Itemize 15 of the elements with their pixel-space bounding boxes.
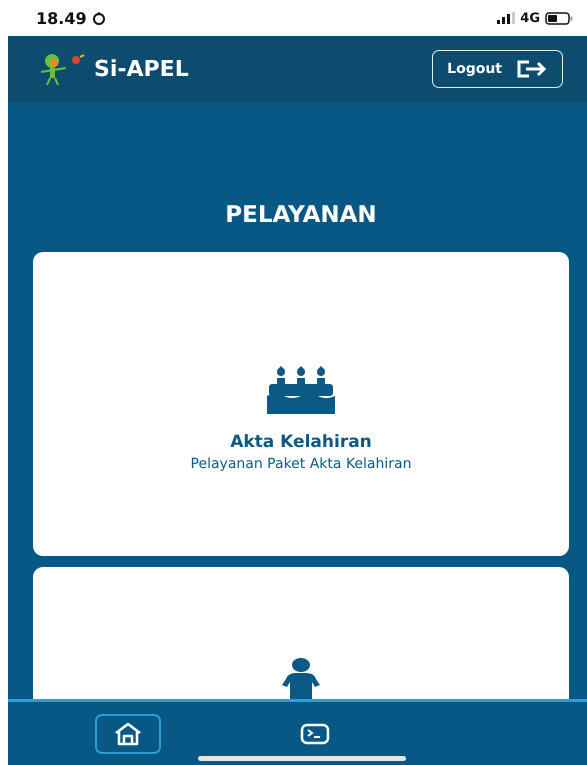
logout-icon bbox=[516, 59, 548, 79]
mascot-logo bbox=[38, 52, 86, 86]
nav-tab[interactable] bbox=[95, 714, 161, 754]
service-subtitle: Pelayanan Paket Akta Kelahiran bbox=[190, 456, 412, 472]
service-card[interactable]: Akta Kelahiran Pelayanan Paket Akta Kelahiran bbox=[33, 252, 569, 556]
network-label: 4G bbox=[520, 10, 540, 26]
home-icon bbox=[113, 720, 143, 746]
battery-icon bbox=[545, 12, 573, 24]
cake-icon bbox=[267, 366, 335, 414]
app-title: Si-APEL bbox=[94, 56, 189, 82]
logout-button[interactable]: Logout bbox=[432, 50, 563, 88]
service-title: Akta Kelahiran bbox=[230, 432, 372, 452]
status-time: 18.49 bbox=[36, 8, 87, 28]
page-title: PELAYANAN bbox=[224, 202, 378, 228]
signal-icon bbox=[497, 12, 516, 24]
